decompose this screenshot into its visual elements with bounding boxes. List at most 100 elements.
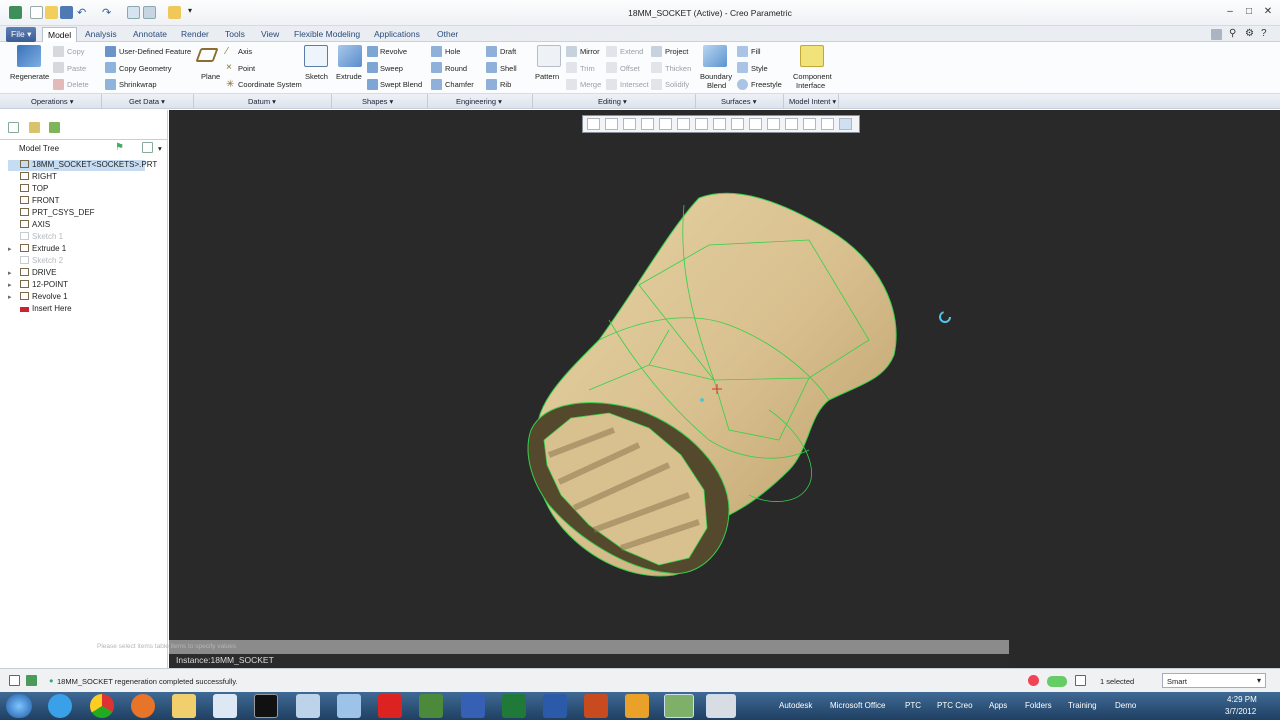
toolbar-apps[interactable]: Apps <box>989 701 1007 710</box>
find-icon[interactable] <box>1075 675 1086 686</box>
tab-other[interactable]: Other <box>432 27 463 42</box>
tree-expander-icon[interactable]: ▸ <box>8 293 16 301</box>
toolbar-demo[interactable]: Demo <box>1115 701 1136 710</box>
favorites-tab-icon[interactable] <box>49 122 60 133</box>
copy-geometry-button[interactable]: Copy Geometry <box>119 64 172 73</box>
chrome-icon[interactable] <box>90 694 114 718</box>
minimize-ribbon-icon[interactable] <box>1211 29 1222 40</box>
toolbar-autodesk[interactable]: Autodesk <box>779 701 812 710</box>
fill-button[interactable]: Fill <box>751 47 761 56</box>
extrude-icon[interactable] <box>338 45 362 67</box>
explorer-icon[interactable] <box>172 694 196 718</box>
boundary-blend-label-2[interactable]: Blend <box>707 81 726 90</box>
round-button[interactable]: Round <box>445 64 467 73</box>
toolbar-ptc[interactable]: PTC <box>905 701 921 710</box>
plane-button[interactable]: Plane <box>201 72 220 81</box>
draft-button[interactable]: Draft <box>500 47 516 56</box>
visio-icon[interactable] <box>461 694 485 718</box>
tree-item[interactable]: ▸ 12-POINT <box>8 280 158 291</box>
outlook-icon[interactable] <box>625 694 649 718</box>
group-datum[interactable]: Datum ▾ <box>248 97 276 106</box>
rib-button[interactable]: Rib <box>500 80 511 89</box>
sketch-icon[interactable] <box>304 45 328 67</box>
toolbar-ptc-creo[interactable]: PTC Creo <box>937 701 973 710</box>
group-model-intent[interactable]: Model Intent ▾ <box>789 97 836 106</box>
tab-applications[interactable]: Applications <box>369 27 425 42</box>
sketch-button[interactable]: Sketch <box>305 72 328 81</box>
tab-render[interactable]: Render <box>176 27 214 42</box>
group-operations[interactable]: Operations ▾ <box>31 97 74 106</box>
tab-file[interactable]: File ▾ <box>6 27 37 42</box>
revolve-button[interactable]: Revolve <box>380 47 407 56</box>
paste-button[interactable]: Paste <box>67 64 86 73</box>
axis-button[interactable]: Axis <box>238 47 252 56</box>
thicken-button[interactable]: Thicken <box>665 64 691 73</box>
pattern-icon[interactable] <box>537 45 561 67</box>
toolbar-training[interactable]: Training <box>1068 701 1097 710</box>
paint-icon[interactable] <box>337 694 361 718</box>
graphics-viewport[interactable] <box>169 110 1280 668</box>
folder-browser-tab-icon[interactable] <box>29 122 40 133</box>
extend-button[interactable]: Extend <box>620 47 643 56</box>
tree-item[interactable]: Insert Here <box>8 304 158 315</box>
excel-icon[interactable] <box>502 694 526 718</box>
app-red-icon[interactable] <box>378 694 402 718</box>
show-navigator-icon[interactable] <box>9 675 20 686</box>
firefox-icon[interactable] <box>131 694 155 718</box>
tree-item[interactable]: Sketch 2 <box>8 256 158 267</box>
creo-taskbar-icon[interactable] <box>664 694 694 718</box>
offset-button[interactable]: Offset <box>620 64 640 73</box>
model-tree-tab-icon[interactable] <box>8 122 19 133</box>
tab-tools[interactable]: Tools <box>220 27 250 42</box>
tree-item[interactable]: AXIS <box>8 220 158 231</box>
tree-item[interactable]: ▸ Revolve 1 <box>8 292 158 303</box>
powerpoint-icon[interactable] <box>584 694 608 718</box>
pattern-button[interactable]: Pattern <box>535 72 559 81</box>
boundary-blend-icon[interactable] <box>703 45 727 67</box>
csys-button[interactable]: Coordinate System <box>238 80 302 89</box>
component-interface-label-1[interactable]: Component <box>793 72 832 81</box>
delete-button[interactable]: Delete <box>67 80 89 89</box>
sweep-button[interactable]: Sweep <box>380 64 403 73</box>
copy-button[interactable]: Copy <box>67 47 85 56</box>
tree-expander-icon[interactable]: ▸ <box>8 269 16 277</box>
tab-flexible-modeling[interactable]: Flexible Modeling <box>289 27 365 42</box>
clock-date[interactable]: 3/7/2012 <box>1225 707 1256 716</box>
project-button[interactable]: Project <box>665 47 688 56</box>
clock-time[interactable]: 4:29 PM <box>1227 695 1257 704</box>
start-button[interactable] <box>6 694 32 718</box>
maximize-button[interactable]: □ <box>1241 6 1257 19</box>
point-button[interactable]: Point <box>238 64 255 73</box>
tree-expander-icon[interactable]: ▸ <box>8 245 16 253</box>
tree-columns-dropdown[interactable]: ▾ <box>158 144 162 153</box>
tree-columns-icon[interactable] <box>142 142 153 153</box>
hole-button[interactable]: Hole <box>445 47 460 56</box>
tree-item[interactable]: Sketch 1 <box>8 232 158 243</box>
tab-analysis[interactable]: Analysis <box>80 27 122 42</box>
group-get-data[interactable]: Get Data ▾ <box>129 97 165 106</box>
settings-icon[interactable]: ⚙ <box>1245 28 1256 39</box>
tree-item[interactable]: 18MM_SOCKET<SOCKETS>.PRT <box>8 160 157 171</box>
trim-button[interactable]: Trim <box>580 64 595 73</box>
tree-item[interactable]: ▸ DRIVE <box>8 268 158 279</box>
regenerate-button[interactable]: Regenerate <box>10 72 49 81</box>
toolbar-folders[interactable]: Folders <box>1025 701 1052 710</box>
show-browser-icon[interactable] <box>26 675 37 686</box>
word-icon[interactable] <box>543 694 567 718</box>
chamfer-button[interactable]: Chamfer <box>445 80 474 89</box>
tab-model[interactable]: Model <box>42 27 78 42</box>
intersect-button[interactable]: Intersect <box>620 80 649 89</box>
extrude-button[interactable]: Extrude <box>336 72 362 81</box>
toolbar-microsoft-office[interactable]: Microsoft Office <box>830 701 885 710</box>
tab-annotate[interactable]: Annotate <box>128 27 172 42</box>
udf-button[interactable]: User-Defined Feature <box>119 47 191 56</box>
tree-settings-icon[interactable]: ⚑ <box>115 142 126 153</box>
component-interface-icon[interactable] <box>800 45 824 67</box>
project-icon[interactable] <box>419 694 443 718</box>
swept-blend-button[interactable]: Swept Blend <box>380 80 422 89</box>
tree-item[interactable]: PRT_CSYS_DEF <box>8 208 158 219</box>
group-shapes[interactable]: Shapes ▾ <box>362 97 393 106</box>
tab-view[interactable]: View <box>256 27 284 42</box>
group-engineering[interactable]: Engineering ▾ <box>456 97 502 106</box>
tree-item[interactable]: ▸ Extrude 1 <box>8 244 158 255</box>
